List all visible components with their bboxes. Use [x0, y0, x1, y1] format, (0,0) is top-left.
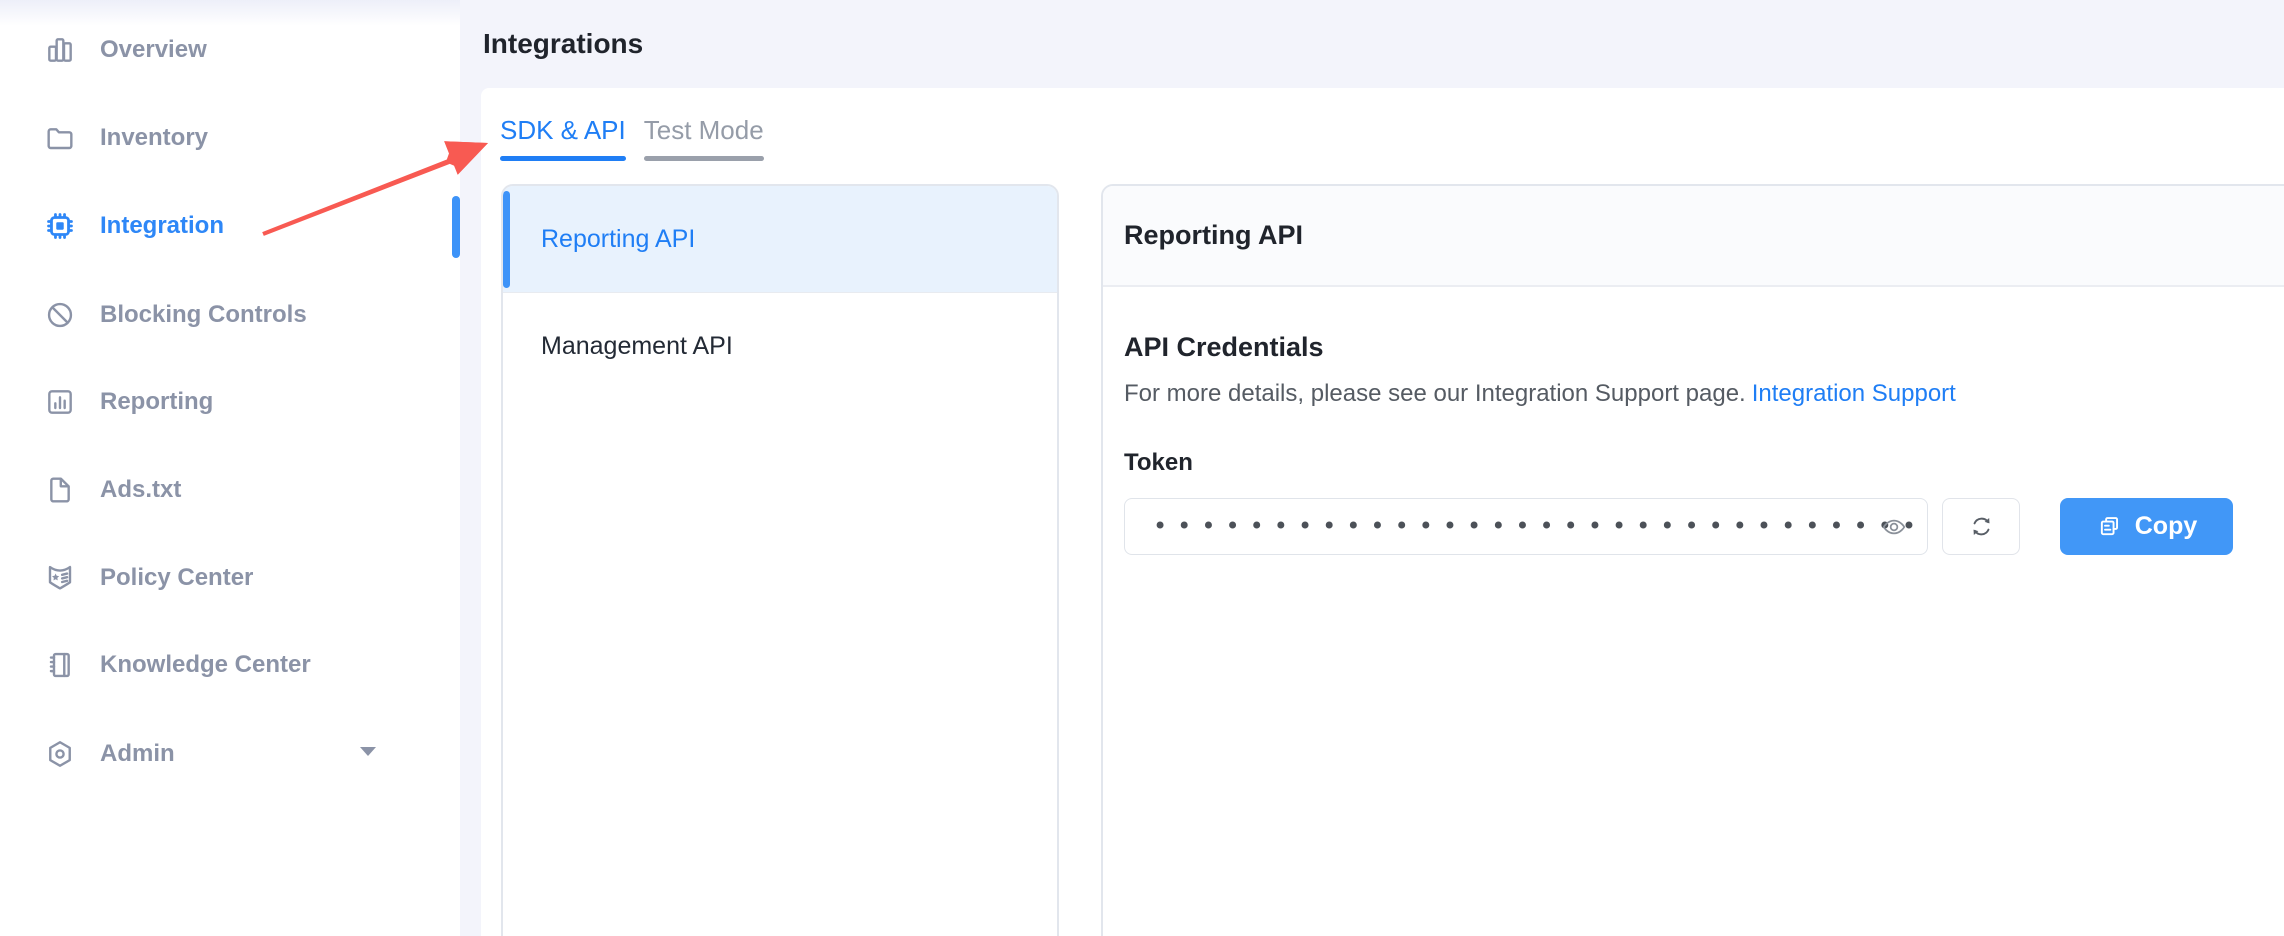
list-item-management-api[interactable]: Management API: [503, 293, 1057, 400]
notebook-icon: [44, 649, 76, 681]
detail-title: Reporting API: [1124, 220, 1303, 251]
tab-inactive-underline: [644, 156, 764, 161]
sidebar-item-label: Knowledge Center: [100, 651, 311, 679]
tab-label: SDK & API: [500, 115, 626, 145]
selected-item-indicator: [503, 191, 510, 288]
block-icon: [44, 299, 76, 331]
detail-panel-header: Reporting API: [1103, 186, 2284, 287]
masked-token-value: ••••••••••••••••••••••••••••••••: [1125, 498, 1926, 555]
tab-bar: SDK & API Test Mode: [500, 88, 782, 172]
sidebar: Overview Inventory Integration: [0, 0, 460, 936]
copy-icon: [2096, 513, 2123, 540]
sidebar-item-reporting[interactable]: Reporting: [0, 370, 460, 434]
sidebar-item-label: Policy Center: [100, 564, 253, 592]
sidebar-item-inventory[interactable]: Inventory: [0, 106, 460, 170]
sidebar-item-ads-txt[interactable]: Ads.txt: [0, 458, 460, 522]
tab-label: Test Mode: [644, 115, 764, 145]
api-list-panel: Reporting API Management API: [501, 184, 1059, 936]
page-header: Integrations: [460, 0, 2284, 88]
file-icon: [44, 474, 76, 506]
token-input[interactable]: ••••••••••••••••••••••••••••••••: [1124, 498, 1928, 555]
integration-support-link[interactable]: Integration Support: [1752, 380, 1956, 407]
list-item-label: Management API: [541, 332, 733, 361]
sidebar-item-label: Integration: [100, 212, 224, 240]
credentials-description: For more details, please see our Integra…: [1124, 380, 2284, 408]
token-row: ••••••••••••••••••••••••••••••••: [1124, 498, 2284, 555]
folder-icon: [44, 122, 76, 154]
policy-badge-icon: [44, 562, 76, 594]
description-text: For more details, please see our Integra…: [1124, 380, 1746, 407]
bar-chart-icon: [44, 34, 76, 66]
tab-sdk-api[interactable]: SDK & API: [500, 88, 626, 172]
active-nav-indicator: [452, 196, 460, 258]
detail-panel-body: API Credentials For more details, please…: [1103, 332, 2284, 555]
sidebar-item-policy-center[interactable]: Policy Center: [0, 546, 460, 610]
list-item-reporting-api[interactable]: Reporting API: [503, 186, 1057, 293]
refresh-icon: [1968, 513, 1995, 540]
sidebar-item-knowledge-center[interactable]: Knowledge Center: [0, 633, 460, 697]
copy-token-button[interactable]: Copy: [2060, 498, 2233, 555]
token-label: Token: [1124, 449, 2284, 477]
eye-icon[interactable]: [1879, 514, 1909, 540]
sidebar-item-label: Admin: [100, 740, 175, 768]
copy-button-label: Copy: [2135, 512, 2198, 541]
main-content: SDK & API Test Mode Reporting API Manage…: [481, 88, 2284, 936]
sidebar-item-label: Overview: [100, 36, 207, 64]
sidebar-item-integration[interactable]: Integration: [0, 194, 460, 258]
detail-panel: Reporting API API Credentials For more d…: [1101, 184, 2284, 936]
sidebar-item-admin[interactable]: Admin: [0, 722, 460, 786]
regenerate-token-button[interactable]: [1942, 498, 2020, 555]
chip-icon: [44, 210, 76, 242]
list-item-label: Reporting API: [541, 225, 695, 254]
page-title: Integrations: [483, 28, 643, 60]
sidebar-item-label: Reporting: [100, 388, 213, 416]
report-chart-icon: [44, 386, 76, 418]
tab-active-underline: [500, 156, 626, 161]
sidebar-item-label: Blocking Controls: [100, 301, 307, 329]
integrations-page: Overview Inventory Integration: [0, 0, 2284, 936]
sidebar-item-blocking-controls[interactable]: Blocking Controls: [0, 283, 460, 347]
credentials-heading: API Credentials: [1124, 332, 2284, 363]
sidebar-item-overview[interactable]: Overview: [0, 18, 460, 82]
tab-test-mode[interactable]: Test Mode: [644, 88, 764, 172]
chevron-down-icon[interactable]: [360, 747, 376, 757]
admin-hexagon-icon: [44, 738, 76, 770]
sidebar-item-label: Ads.txt: [100, 476, 181, 504]
sidebar-item-label: Inventory: [100, 124, 208, 152]
